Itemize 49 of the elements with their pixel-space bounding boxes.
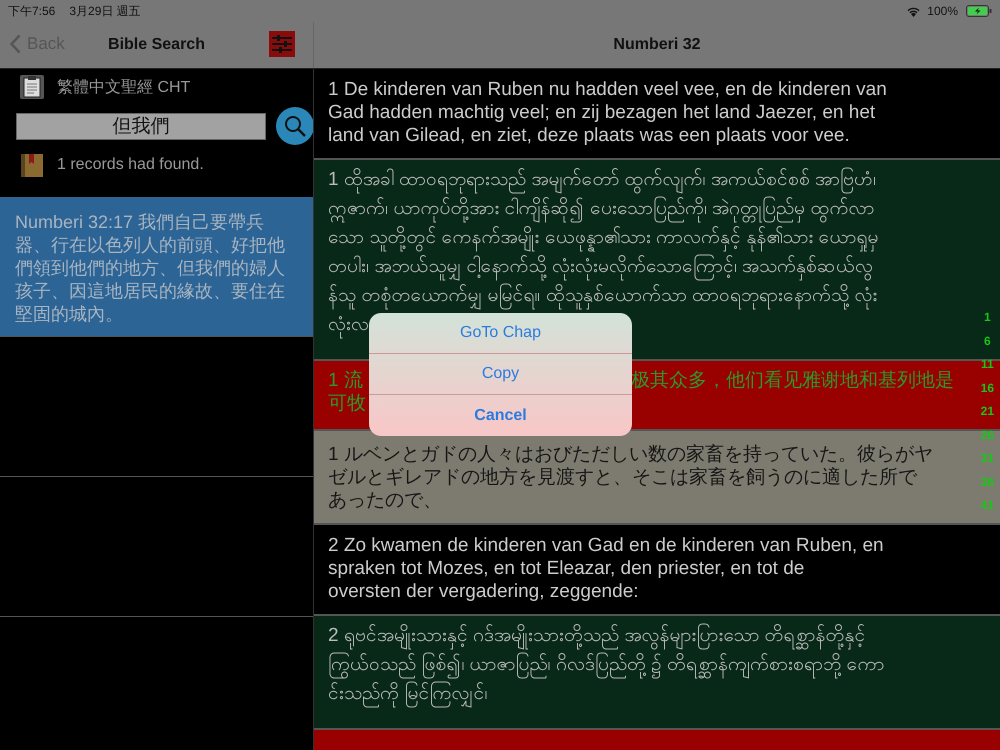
verse-text: 极其众多，他们看见雅谢地和基列地是 [631,369,954,392]
verse-text: oversten der vergadering, zeggende: [328,580,639,603]
verse-index-number[interactable]: 26 [980,426,994,450]
verse-index-number[interactable]: 31 [980,450,994,474]
verse-text: န်သူ တစုံတယောက်မျှ မမြင်ရ။ ထိုသူနှစ်ယောက်သာ ထာဝရဘုရားနောက်သို့ လုံး [328,281,878,310]
verse-index-number[interactable]: 41 [980,497,994,520]
verse-text: ゼルとギレアドの地方を見渡すと、そこは家畜を飼うのに適した所で [328,466,917,489]
search-field[interactable]: 但我們 [16,112,266,140]
verse-text: 2 Zo kwamen de kinderen van Gad en de kinderen van Ruben, en [328,534,884,557]
search-button[interactable] [276,107,313,145]
verse-text: လုံးလ [328,310,369,339]
action-button[interactable]: GoTo Chap [369,313,632,354]
verse-index-number[interactable]: 16 [980,380,994,403]
verse-text: ကြွယ်ဝသည် ဖြစ်၍၊ ယာဇာပြည်၊ ဂိလဒ်ပြည်တို့၌ တိရစ္ဆာန်ကျက်စားစရာဘို့ ကော [328,650,884,679]
battery-percent: 100% [927,4,958,18]
verse-text: 可牧 [328,392,366,415]
verse-text: သော သူတို့တွင် ကေနက်အမျိုး ယေဖုန္နာ၏သား ကာလက်နှင့် နုန်၏သား ယောရှုမှ [328,223,879,252]
verse-text: 1 ထိုအခါ ထာဝရဘုရားသည် အမျက်တော် ထွက်လျက်၊ အကယ်စင်စစ် အာဗြဟံ၊ [328,165,876,194]
nav-title: Bible Search [108,36,205,54]
book-icon [19,152,45,178]
status-time: 下午7:56 [8,2,56,20]
records-count: 1 records had found. [57,156,204,174]
verse-index-number[interactable]: 21 [980,403,994,426]
search-result[interactable]: Numberi 32:17 我們自己要帶兵器、行在以色列人的前頭、好把他們領到他們的地方、但我們的婦人孩子、因這地居民的緣故、要住在堅固的城內。 [0,197,313,337]
verse-text: 1 De kinderen van Ruben nu hadden veel vee, en de kinderen van [328,78,887,101]
action-button[interactable]: Copy [369,354,632,395]
verse-text: 1 流 [328,369,363,392]
search-icon [283,114,307,138]
verse-text: land van Gilead, en ziet, deze plaats was een plaats voor vee. [328,124,850,147]
verse-index-number[interactable]: 6 [984,332,991,356]
verse-index-number[interactable]: 1 [984,309,991,332]
verse-text: あったので、 [328,489,442,512]
verse-text: တပါး၊ အဘယ်သူမျှ ငါ့နောက်သို့ လုံးလုံးမလိုက်သောကြောင့်၊ အသက်နှစ်ဆယ်လွ [328,252,874,281]
verse-text: ဣဇာက်၊ ယာကုပ်တို့အား ငါကျိန်ဆို၍ ပေးသောပြည်ကို၊ အဲဂုတ္တုပြည်မှ ထွက်လာ [328,194,874,223]
verse-text: 2 ရုဗင်အမျိုးသားနှင့် ဂဒ်အမျိုးသားတို့သည် အလွန်များပြားသော တိရစ္ဆာန်တို့နှင့် [328,621,866,650]
verse-text: Gad hadden machtig veel; en zij bezagen het land Jaezer, en het [328,101,876,124]
clipboard-icon [19,74,45,100]
status-date: 3月29日 週五 [69,2,141,20]
wifi-icon [906,6,922,16]
verse-text: spraken tot Mozes, en tot Eleazar, den priester, en tot de [328,557,804,580]
bible-version[interactable]: 繁體中文聖經 CHT [57,76,190,98]
verse-text: 1 ルベンとガドの人々はおびただしい数の家畜を持っていた。彼らがヤ [328,443,933,466]
chevron-left-icon [10,34,21,54]
battery-icon [966,5,992,17]
action-button[interactable]: Cancel [369,395,632,436]
verse-text: င်းသည်ကို မြင်ကြလျှင်၊ [328,679,488,708]
verse-index-number[interactable]: 36 [980,474,994,497]
verse-index-number[interactable]: 11 [980,356,994,380]
chapter-title: Numberi 32 [613,36,701,54]
